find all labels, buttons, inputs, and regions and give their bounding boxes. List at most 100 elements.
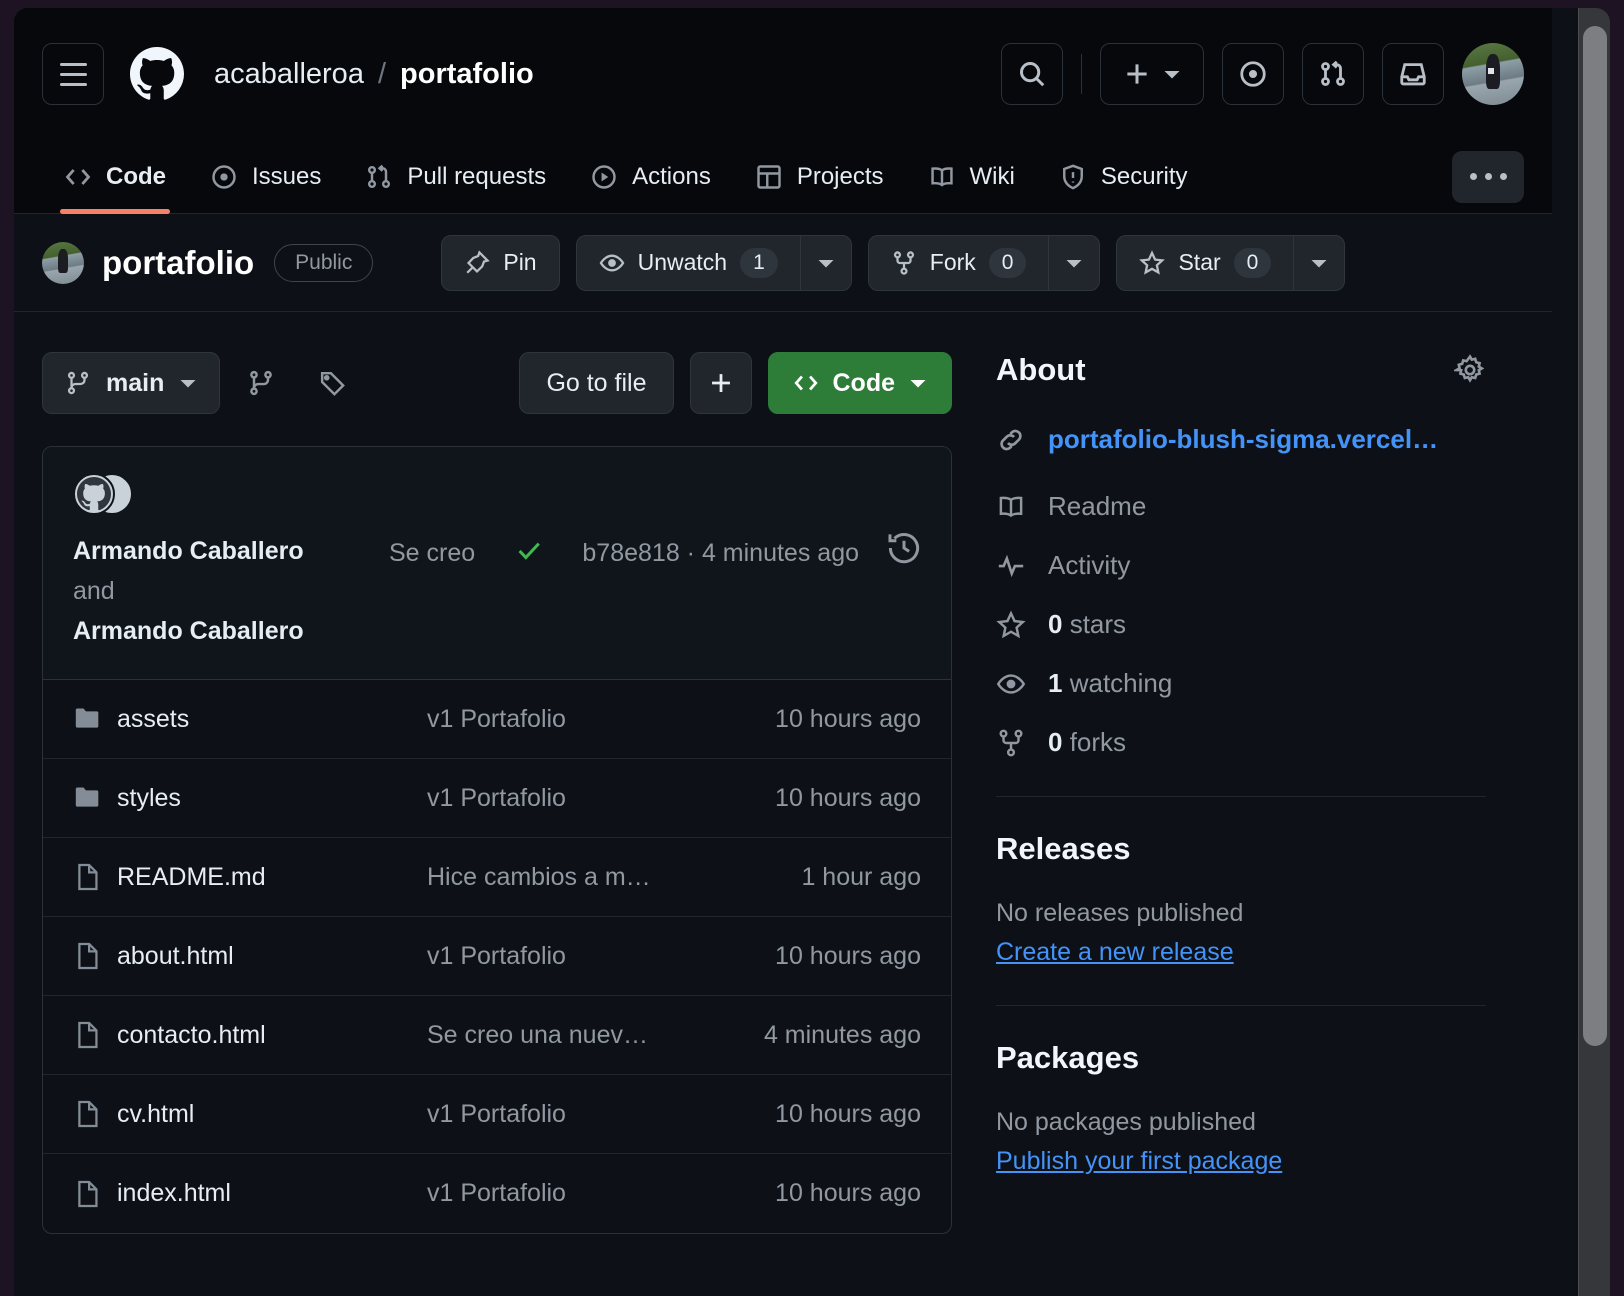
fork-button[interactable]: Fork 0 <box>867 234 1049 291</box>
scrollbar-thumb[interactable] <box>1583 26 1607 1046</box>
table-row[interactable]: assets v1 Portafolio 10 hours ago <box>43 680 951 759</box>
commit-dot: · <box>686 539 695 567</box>
tab-actions[interactable]: Actions <box>568 140 733 214</box>
tab-code-label: Code <box>106 162 166 190</box>
book-icon <box>930 166 953 187</box>
repo-action-buttons: Pin Unwatch 1 Fork 0 Star 0 <box>441 234 1346 291</box>
about-website-link[interactable]: portafolio-blush-sigma.vercel… <box>1048 424 1438 455</box>
chevron-down-icon <box>1311 259 1327 267</box>
star-button[interactable]: Star 0 <box>1116 234 1294 291</box>
table-row[interactable]: about.html v1 Portafolio 10 hours ago <box>43 917 951 996</box>
inbox-icon[interactable] <box>1382 43 1444 105</box>
table-row[interactable]: contacto.html Se creo una nuev… 4 minute… <box>43 996 951 1075</box>
unwatch-button[interactable]: Unwatch 1 <box>575 234 800 291</box>
nav-more-button[interactable] <box>1452 150 1524 203</box>
about-watching-link[interactable]: 1 watching <box>996 668 1486 699</box>
tab-pull-requests-label: Pull requests <box>407 162 547 190</box>
create-new-button[interactable] <box>1100 43 1204 105</box>
file-commit-message[interactable]: v1 Portafolio <box>427 1100 775 1129</box>
code-dropdown-button[interactable]: Code <box>767 352 952 414</box>
create-release-link[interactable]: Create a new release <box>996 938 1234 967</box>
issue-opened-icon[interactable] <box>1222 43 1284 105</box>
gear-icon[interactable] <box>1454 354 1486 386</box>
file-commit-message[interactable]: Se creo una nuev… <box>427 1021 764 1050</box>
about-stars-link[interactable]: 0 stars <box>996 609 1486 640</box>
file-name[interactable]: about.html <box>117 942 427 971</box>
hamburger-icon[interactable] <box>42 43 104 105</box>
file-commit-message[interactable]: v1 Portafolio <box>427 784 775 813</box>
search-icon[interactable] <box>1001 43 1063 105</box>
check-icon[interactable] <box>514 535 544 565</box>
about-readme-link[interactable]: Readme <box>996 491 1486 522</box>
table-row[interactable]: README.md Hice cambios a m… 1 hour ago <box>43 838 951 917</box>
table-row[interactable]: cv.html v1 Portafolio 10 hours ago <box>43 1075 951 1154</box>
commit-message[interactable]: Se creo ... <box>389 539 478 568</box>
fork-dropdown-button[interactable] <box>1048 234 1101 291</box>
file-name[interactable]: assets <box>117 705 427 734</box>
commit-author-secondary[interactable]: Armando Caballero <box>73 611 373 651</box>
header-divider <box>1081 54 1082 94</box>
history-icon[interactable] <box>887 531 921 565</box>
breadcrumb-owner[interactable]: acaballeroa <box>214 58 364 91</box>
tags-link[interactable] <box>302 352 364 414</box>
avatar[interactable] <box>1462 43 1524 105</box>
go-to-file-button[interactable]: Go to file <box>519 352 674 414</box>
tab-security[interactable]: Security <box>1037 140 1210 214</box>
table-row[interactable]: styles v1 Portafolio 10 hours ago <box>43 759 951 838</box>
tab-code[interactable]: Code <box>42 140 188 214</box>
file-name[interactable]: cv.html <box>117 1100 427 1129</box>
repo-owner-avatar[interactable] <box>42 241 84 284</box>
pin-label: Pin <box>503 249 537 275</box>
file-icon <box>73 1099 117 1129</box>
commit-time: 4 minutes ago <box>701 539 859 567</box>
pin-icon <box>466 249 491 274</box>
table-row[interactable]: index.html v1 Portafolio 10 hours ago <box>43 1154 951 1233</box>
file-name[interactable]: styles <box>117 784 427 813</box>
about-header: About <box>996 352 1486 388</box>
divider <box>996 1005 1486 1006</box>
file-name[interactable]: README.md <box>117 863 427 892</box>
book-icon <box>999 496 1023 517</box>
git-pull-request-icon[interactable] <box>1302 43 1364 105</box>
tab-security-label: Security <box>1100 162 1188 190</box>
tab-wiki[interactable]: Wiki <box>906 140 1037 214</box>
status-badge: Public <box>274 243 374 282</box>
tab-pull-requests[interactable]: Pull requests <box>343 140 568 214</box>
file-commit-message[interactable]: v1 Portafolio <box>427 1179 775 1208</box>
file-commit-time: 10 hours ago <box>775 941 921 970</box>
watch-count: 1 <box>740 247 778 278</box>
file-name[interactable]: contacto.html <box>117 1021 427 1050</box>
about-activity-link[interactable]: Activity <box>996 550 1486 581</box>
about-sidebar: About portafolio-blush-sigma.vercel… Rea… <box>996 352 1486 1234</box>
star-dropdown-button[interactable] <box>1293 234 1346 291</box>
add-file-button[interactable] <box>689 352 752 414</box>
commit-sha[interactable]: b78e818 <box>582 539 679 567</box>
git-branch-icon <box>67 371 89 395</box>
folder-icon <box>73 783 117 813</box>
branch-selector[interactable]: main <box>42 352 221 414</box>
file-commit-message[interactable]: v1 Portafolio <box>427 705 775 734</box>
vertical-scrollbar[interactable] <box>1578 8 1610 1296</box>
page-title[interactable]: portafolio <box>102 244 254 282</box>
pin-button[interactable]: Pin <box>441 234 560 291</box>
breadcrumb-repo[interactable]: portafolio <box>400 58 534 91</box>
branches-link[interactable] <box>230 352 292 414</box>
tab-issues[interactable]: Issues <box>188 140 343 214</box>
publish-package-link[interactable]: Publish your first package <box>996 1147 1282 1176</box>
tab-projects[interactable]: Projects <box>733 140 906 214</box>
file-name[interactable]: index.html <box>117 1179 427 1208</box>
shield-icon <box>1062 163 1083 190</box>
chevron-down-icon <box>818 259 834 267</box>
chevron-down-icon <box>1066 259 1082 267</box>
star-label: Star <box>1178 249 1221 275</box>
releases-title: Releases <box>996 831 1131 866</box>
about-forks-link[interactable]: 0 forks <box>996 727 1486 758</box>
link-icon <box>1000 429 1022 450</box>
file-commit-message[interactable]: v1 Portafolio <box>427 942 775 971</box>
pulse-icon <box>998 554 1024 577</box>
github-mark-icon[interactable] <box>130 47 184 101</box>
code-icon <box>793 375 818 391</box>
commit-author-primary[interactable]: Armando Caballero <box>73 531 373 571</box>
watch-dropdown-button[interactable] <box>799 234 852 291</box>
file-commit-message[interactable]: Hice cambios a m… <box>427 863 801 892</box>
